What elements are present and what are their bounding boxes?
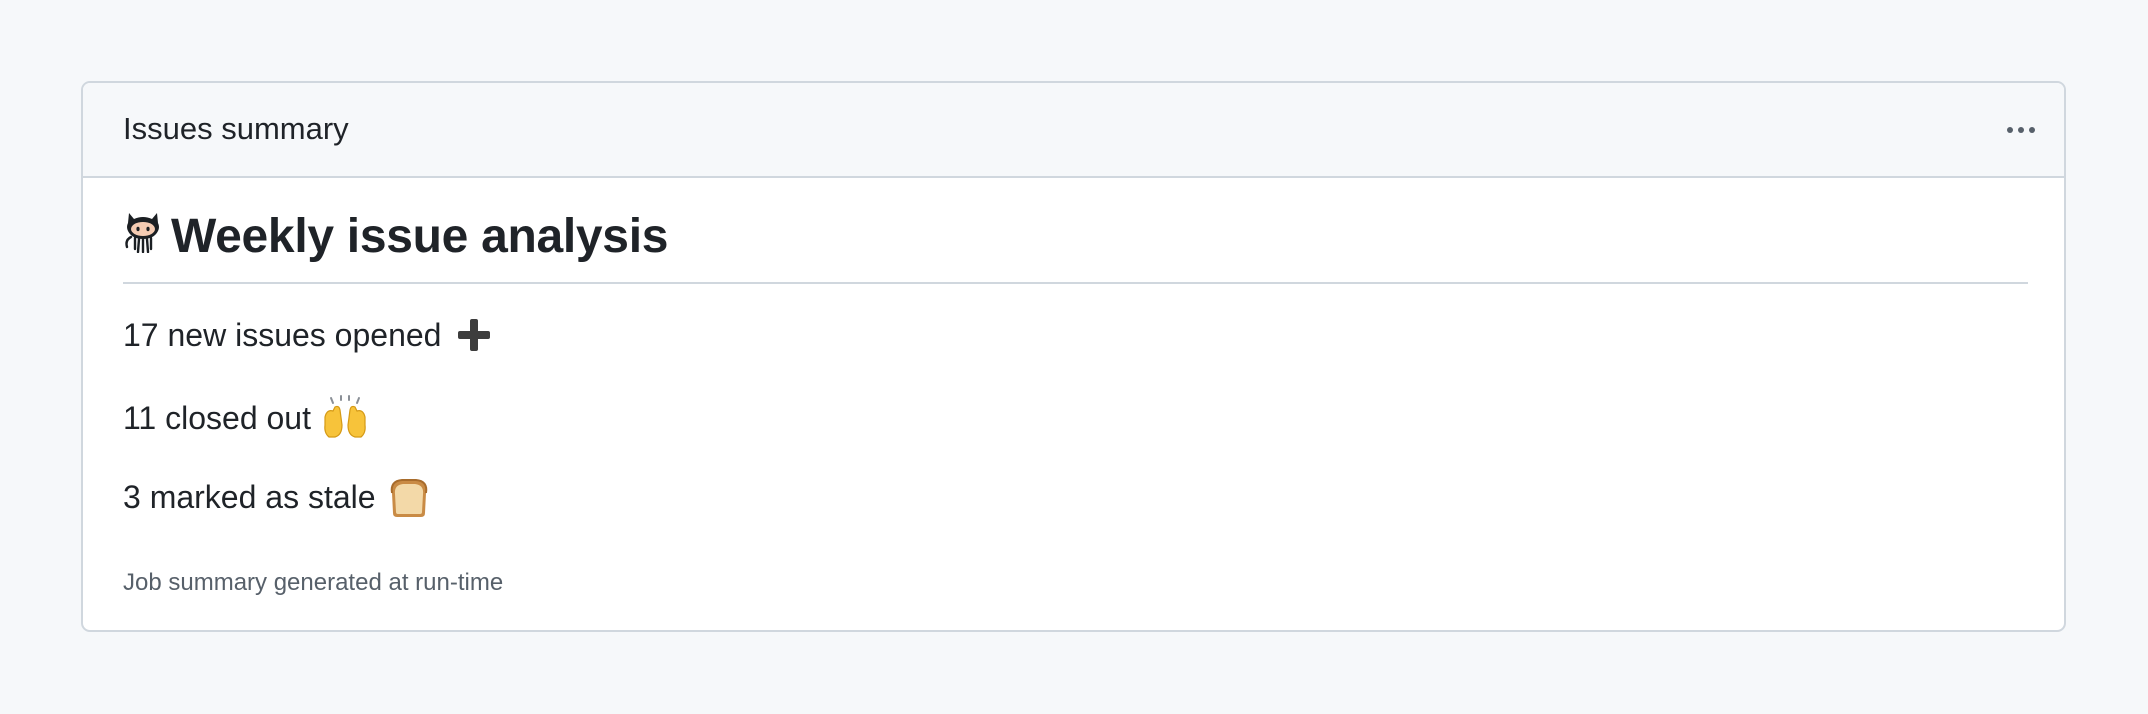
card-header: Issues summary bbox=[83, 83, 2064, 178]
stat-opened-text: 17 new issues opened bbox=[123, 317, 442, 353]
heading-divider bbox=[123, 282, 2028, 284]
job-summary-footnote: Job summary generated at run-time bbox=[123, 569, 504, 596]
raising-hands-icon bbox=[324, 395, 366, 438]
octocat-icon bbox=[125, 213, 159, 253]
card-title: Issues summary bbox=[123, 111, 349, 146]
stat-closed-text: 11 closed out bbox=[123, 400, 311, 436]
more-options-button[interactable] bbox=[2002, 113, 2040, 147]
stat-stale-text: 3 marked as stale bbox=[123, 479, 376, 515]
stat-stale: 3 marked as stale bbox=[123, 475, 430, 519]
stat-opened: 17 new issues opened bbox=[123, 315, 491, 355]
stat-closed: 11 closed out bbox=[123, 395, 369, 441]
issues-summary-card: Issues summary Weekly issue analysis 17 … bbox=[81, 81, 2066, 632]
bread-icon bbox=[390, 479, 427, 517]
report-heading-row: Weekly issue analysis bbox=[123, 210, 668, 264]
kebab-dot bbox=[2029, 127, 2035, 133]
heavy-plus-icon bbox=[457, 318, 491, 352]
kebab-dot bbox=[2018, 127, 2024, 133]
kebab-horizontal-icon bbox=[2007, 127, 2013, 133]
report-heading: Weekly issue analysis bbox=[171, 210, 669, 263]
